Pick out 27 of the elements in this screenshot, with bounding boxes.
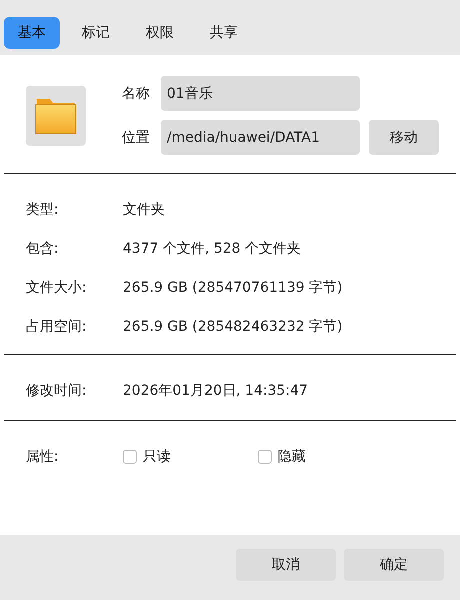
checkbox-label: 隐藏 [278,448,306,466]
modified-value: 2026年01月20日, 14:35:47 [123,382,308,400]
modified-label: 修改时间: [26,382,88,400]
info-value: 4377 个文件, 528 个文件夹 [123,240,302,258]
name-label: 名称 [122,84,151,102]
info-value: 265.9 GB (285482463232 字节) [123,318,343,336]
info-value: 文件夹 [123,200,165,218]
info-label: 文件大小: [26,278,88,296]
info-value: 265.9 GB (285470761139 字节) [123,278,343,296]
tab[interactable]: 基本 [4,17,60,49]
dialog-button[interactable]: 取消 [236,548,336,580]
checkbox[interactable] [258,450,272,464]
location-label: 位置 [122,128,151,146]
dialog-button[interactable]: 确定 [344,548,444,580]
folder-icon [26,86,86,146]
location-field[interactable]: /media/huawei/DATA1 [161,120,360,155]
name-field[interactable]: 01音乐 [161,76,360,111]
info-label: 占用空间: [26,318,88,336]
checkbox[interactable] [123,450,137,464]
info-label: 包含: [26,240,60,258]
info-label: 类型: [26,200,60,218]
attributes-label: 属性: [26,448,60,466]
tab[interactable]: 权限 [132,17,188,49]
tab[interactable]: 共享 [196,17,252,49]
checkbox-label: 只读 [143,448,171,466]
move-button[interactable]: 移动 [369,120,439,155]
tab[interactable]: 标记 [68,17,124,49]
